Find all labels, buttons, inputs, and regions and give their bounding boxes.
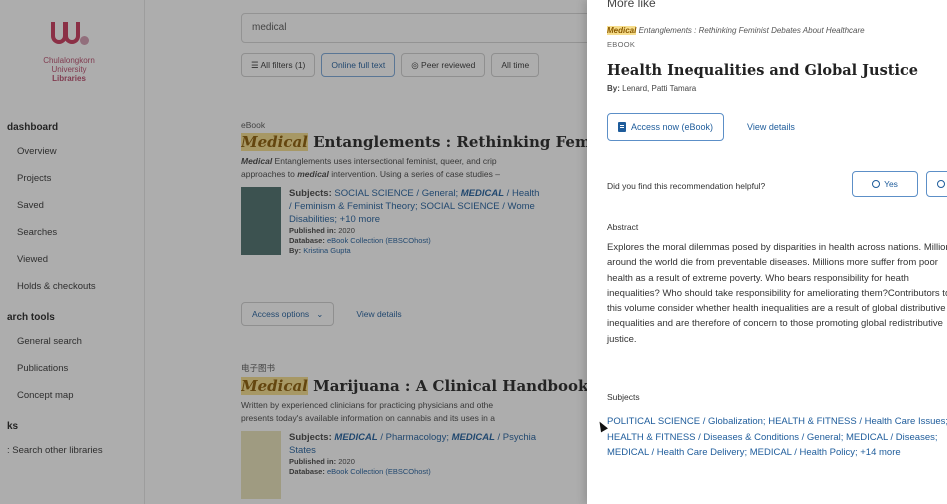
- source-title: Medical Entanglements : Rethinking Femin…: [607, 26, 865, 35]
- author-line: By: Lenard, Patti Tamara: [607, 84, 696, 93]
- source-rest: Entanglements : Rethinking Feminist Deba…: [636, 26, 865, 35]
- access-now-button[interactable]: Access now (eBook): [607, 113, 725, 141]
- more-like-heading: More like: [607, 0, 656, 10]
- helpful-question: Did you find this recommendation helpful…: [607, 181, 766, 191]
- yes-button[interactable]: Yes: [852, 171, 918, 197]
- view-details-link[interactable]: View details: [747, 113, 795, 141]
- no-button[interactable]: N: [926, 171, 947, 197]
- smile-icon: [872, 180, 881, 188]
- recommendation-title[interactable]: Health Inequalities and Global Justice: [607, 62, 918, 79]
- item-type: EBOOK: [607, 40, 636, 49]
- subjects-heading: Subjects: [607, 392, 640, 402]
- by-label: By:: [607, 84, 620, 93]
- subjects-list: POLITICAL SCIENCE / Globalization; HEALT…: [607, 414, 947, 461]
- source-highlight: Medical: [607, 26, 637, 35]
- yes-label: Yes: [884, 179, 898, 189]
- frown-icon: [937, 180, 945, 188]
- author-name[interactable]: Lenard, Patti Tamara: [622, 84, 696, 93]
- abstract-heading: Abstract: [607, 222, 639, 232]
- access-now-label: Access now (eBook): [631, 122, 714, 132]
- abstract-text: Explores the moral dilemmas posed by dis…: [607, 242, 947, 345]
- more-subjects-link[interactable]: +14 more: [860, 447, 900, 458]
- document-icon: [618, 122, 626, 132]
- recommendation-panel: More like Medical Entanglements : Rethin…: [587, 0, 947, 504]
